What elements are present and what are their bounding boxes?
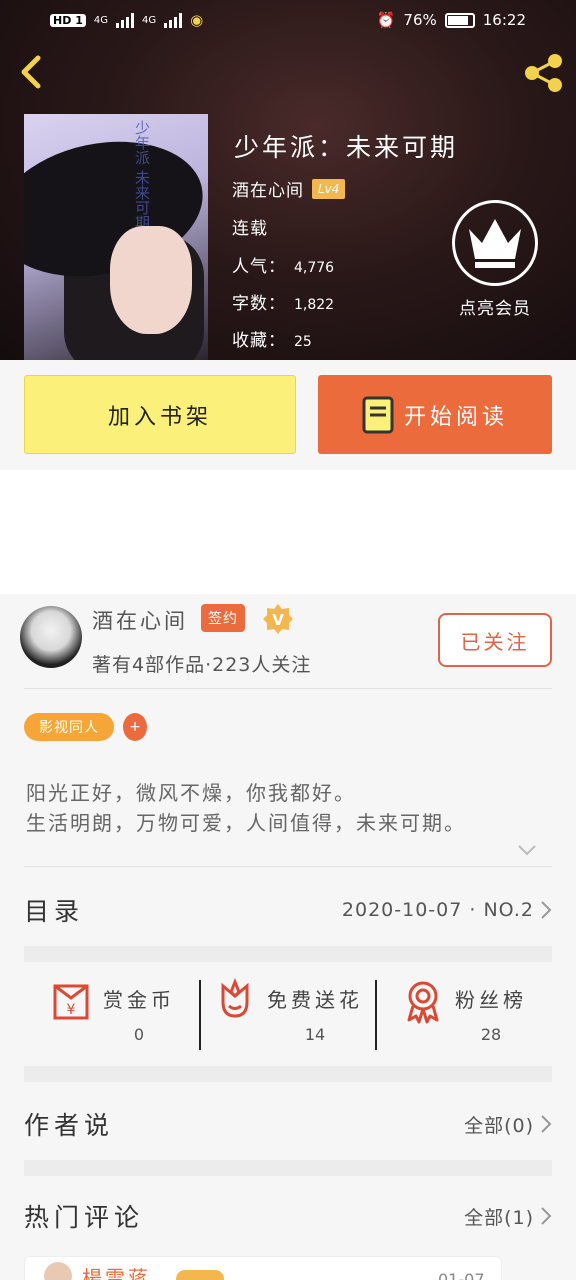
author-card-name[interactable]: 酒在心间 bbox=[92, 605, 188, 635]
red-envelope-icon: ¥ bbox=[53, 984, 89, 1020]
book-cover[interactable]: 少年派 未来可期 bbox=[24, 114, 208, 360]
alarm-icon: ⏰ bbox=[376, 11, 396, 29]
coin-reward-value: 0 bbox=[133, 1025, 145, 1044]
ribbon-icon bbox=[407, 981, 439, 1024]
status-bar: HD 1 4G 4G ◉ ⏰ 76% 16:22 bbox=[0, 0, 576, 42]
chevron-right-icon bbox=[541, 1207, 552, 1225]
catalog-latest: 2020-10-07 · NO.2 bbox=[341, 899, 534, 921]
start-reading-button[interactable]: 开始阅读 bbox=[318, 375, 552, 454]
hot-comments-all: 全部(1) bbox=[464, 1206, 534, 1229]
divider bbox=[24, 866, 552, 867]
back-button[interactable] bbox=[14, 52, 48, 92]
chevron-down-icon bbox=[518, 845, 536, 856]
network-type-2: 4G bbox=[141, 14, 157, 26]
chevron-right-icon bbox=[541, 901, 552, 919]
popularity-stat: 人气： 4,776 bbox=[232, 257, 335, 277]
battery-percent: 76% bbox=[403, 11, 437, 29]
author-card-subtitle: 著有4部作品·223人关注 bbox=[92, 654, 312, 676]
favorites-stat: 收藏： 25 bbox=[232, 331, 312, 351]
follow-button[interactable]: 已关注 bbox=[438, 613, 552, 667]
network-type: 4G bbox=[93, 14, 108, 26]
synopsis: 阳光正好，微风不燥，你我都好。 生活明朗，万物可爱，人间值得，未来可期。 bbox=[26, 778, 466, 838]
section-gap bbox=[24, 946, 552, 962]
author-says-row[interactable]: 作者说 全部(0) bbox=[24, 1094, 552, 1154]
svg-text:V: V bbox=[272, 611, 284, 629]
stats-divider bbox=[199, 980, 201, 1050]
notification-bulb-icon: ◉ bbox=[190, 11, 204, 29]
serial-status: 连载 bbox=[232, 219, 268, 239]
svg-text:¥: ¥ bbox=[67, 1002, 76, 1018]
signal-icon-2 bbox=[164, 12, 183, 28]
free-flower-value: 14 bbox=[304, 1025, 326, 1044]
expand-synopsis-button[interactable] bbox=[516, 842, 538, 858]
author-avatar[interactable] bbox=[20, 606, 82, 668]
vip-badge bbox=[176, 1270, 224, 1280]
hot-comments-row[interactable]: 热门评论 全部(1) bbox=[24, 1186, 552, 1246]
vip-label: 点亮会员 bbox=[459, 299, 531, 319]
cover-script: 少年派 未来可期 bbox=[133, 120, 151, 230]
genre-tag[interactable]: 影视同人 bbox=[24, 713, 114, 741]
coin-reward-stat[interactable]: ¥ 赏金币 0 bbox=[24, 978, 200, 1054]
coin-reward-label: 赏金币 bbox=[103, 988, 175, 1012]
section-gap bbox=[24, 1066, 552, 1082]
catalog-row[interactable]: 目录 2020-10-07 · NO.2 bbox=[24, 880, 552, 940]
section-gap bbox=[24, 1160, 552, 1176]
blank-area bbox=[0, 470, 576, 594]
chevron-right-icon bbox=[541, 1115, 552, 1133]
signed-badge: 签约 bbox=[201, 604, 245, 632]
divider bbox=[24, 688, 552, 689]
battery-icon bbox=[444, 12, 475, 28]
stats-bar: ¥ 赏金币 0 免费送花 14 粉丝榜 28 bbox=[24, 978, 552, 1054]
catalog-title: 目录 bbox=[24, 897, 85, 926]
flower-icon bbox=[221, 978, 249, 1018]
book-icon bbox=[362, 396, 394, 433]
chevron-left-icon bbox=[21, 55, 41, 89]
add-tag-button[interactable]: + bbox=[123, 713, 147, 741]
book-title: 少年派：未来可期 bbox=[234, 133, 459, 162]
comment-date: 01-07 bbox=[438, 1270, 485, 1280]
vip-button[interactable]: 点亮会员 bbox=[450, 200, 540, 319]
author-level-badge: Lv4 bbox=[312, 178, 346, 199]
word-count-stat: 字数： 1,822 bbox=[232, 294, 335, 314]
hd-indicator: HD 1 bbox=[50, 13, 86, 27]
clock: 16:22 bbox=[482, 11, 526, 29]
stats-divider bbox=[375, 980, 377, 1050]
synopsis-line-2: 生活明朗，万物可爱，人间值得，未来可期。 bbox=[26, 811, 466, 835]
fan-ranking-stat[interactable]: 粉丝榜 28 bbox=[376, 978, 552, 1054]
fan-ranking-value: 28 bbox=[480, 1025, 502, 1044]
author-says-title: 作者说 bbox=[24, 1111, 115, 1140]
synopsis-line-1: 阳光正好，微风不燥，你我都好。 bbox=[26, 781, 356, 805]
hot-comments-title: 热门评论 bbox=[24, 1203, 145, 1232]
author-says-all: 全部(0) bbox=[464, 1114, 534, 1137]
commenter-name[interactable]: 楊雲蒋 bbox=[82, 1262, 151, 1280]
crown-icon bbox=[469, 219, 521, 268]
share-button[interactable] bbox=[522, 52, 566, 94]
signal-icon bbox=[115, 12, 134, 28]
action-bar: 加入书架 开始阅读 bbox=[0, 360, 576, 470]
add-to-shelf-button[interactable]: 加入书架 bbox=[24, 375, 296, 454]
verified-v-icon: V bbox=[262, 603, 294, 635]
free-flower-stat[interactable]: 免费送花 14 bbox=[200, 978, 376, 1054]
share-icon bbox=[525, 54, 562, 92]
start-reading-label: 开始阅读 bbox=[403, 404, 508, 430]
author-name[interactable]: 酒在心间 bbox=[232, 176, 304, 201]
free-flower-label: 免费送花 bbox=[267, 988, 363, 1012]
fan-ranking-label: 粉丝榜 bbox=[455, 988, 527, 1012]
